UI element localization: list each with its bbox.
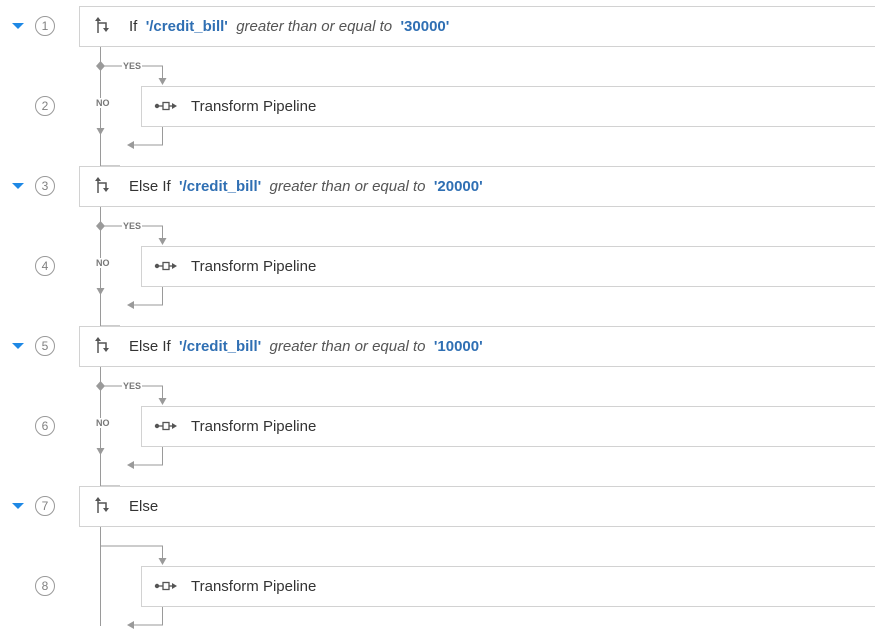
branch-icon bbox=[95, 177, 109, 193]
collapse-caret-down-icon[interactable] bbox=[12, 503, 24, 509]
pipeline-label: Transform Pipeline bbox=[191, 258, 317, 275]
condition-value: '10000' bbox=[433, 338, 483, 355]
pipeline-row[interactable]: Transform Pipeline bbox=[141, 86, 875, 127]
condition-keyword: Else If bbox=[129, 178, 171, 195]
yes-label: YES bbox=[122, 61, 143, 71]
branch-icon bbox=[95, 17, 109, 33]
condition-text: Else bbox=[129, 498, 158, 515]
collapse-caret-down-icon[interactable] bbox=[12, 343, 24, 349]
condition-path: '/credit_bill' bbox=[179, 338, 262, 355]
condition-value: '20000' bbox=[433, 178, 483, 195]
condition-operator: greater than or equal to bbox=[269, 338, 426, 355]
else-if-condition-row[interactable]: Else If '/credit_bill' greater than or e… bbox=[79, 166, 875, 207]
collapse-caret-down-icon[interactable] bbox=[12, 183, 24, 189]
collapse-caret-down-icon[interactable] bbox=[12, 23, 24, 29]
condition-keyword: Else bbox=[129, 498, 159, 515]
no-label: NO bbox=[96, 98, 110, 108]
pipeline-icon bbox=[154, 421, 177, 431]
condition-text: If '/credit_bill' greater than or equal … bbox=[129, 18, 449, 35]
branch-icon bbox=[95, 497, 109, 513]
step-number: 2 bbox=[35, 96, 55, 116]
condition-value: '30000' bbox=[400, 18, 450, 35]
step-number: 4 bbox=[35, 256, 55, 276]
condition-path: '/credit_bill' bbox=[145, 18, 228, 35]
pipeline-row[interactable]: Transform Pipeline bbox=[141, 246, 875, 287]
yes-label: YES bbox=[122, 221, 143, 231]
condition-keyword: If bbox=[129, 18, 138, 35]
no-label: NO bbox=[96, 418, 110, 428]
condition-keyword: Else If bbox=[129, 338, 171, 355]
step-number: 8 bbox=[35, 576, 55, 596]
condition-text: Else If '/credit_bill' greater than or e… bbox=[129, 338, 483, 355]
branch-icon bbox=[95, 337, 109, 353]
pipeline-icon bbox=[154, 261, 177, 271]
condition-path: '/credit_bill' bbox=[179, 178, 262, 195]
if-condition-row[interactable]: If '/credit_bill' greater than or equal … bbox=[79, 6, 875, 47]
step-number: 5 bbox=[35, 336, 55, 356]
condition-operator: greater than or equal to bbox=[269, 178, 426, 195]
step-number: 7 bbox=[35, 496, 55, 516]
pipeline-icon bbox=[154, 581, 177, 591]
yes-label: YES bbox=[122, 381, 143, 391]
pipeline-row[interactable]: Transform Pipeline bbox=[141, 406, 875, 447]
condition-operator: greater than or equal to bbox=[236, 18, 393, 35]
condition-text: Else If '/credit_bill' greater than or e… bbox=[129, 178, 483, 195]
pipeline-row[interactable]: Transform Pipeline bbox=[141, 566, 875, 607]
else-if-condition-row[interactable]: Else If '/credit_bill' greater than or e… bbox=[79, 326, 875, 367]
step-number: 3 bbox=[35, 176, 55, 196]
pipeline-label: Transform Pipeline bbox=[191, 418, 317, 435]
no-label: NO bbox=[96, 258, 110, 268]
else-condition-row[interactable]: Else bbox=[79, 486, 875, 527]
pipeline-label: Transform Pipeline bbox=[191, 578, 317, 595]
step-number: 1 bbox=[35, 16, 55, 36]
step-number: 6 bbox=[35, 416, 55, 436]
pipeline-label: Transform Pipeline bbox=[191, 98, 317, 115]
pipeline-icon bbox=[154, 101, 177, 111]
